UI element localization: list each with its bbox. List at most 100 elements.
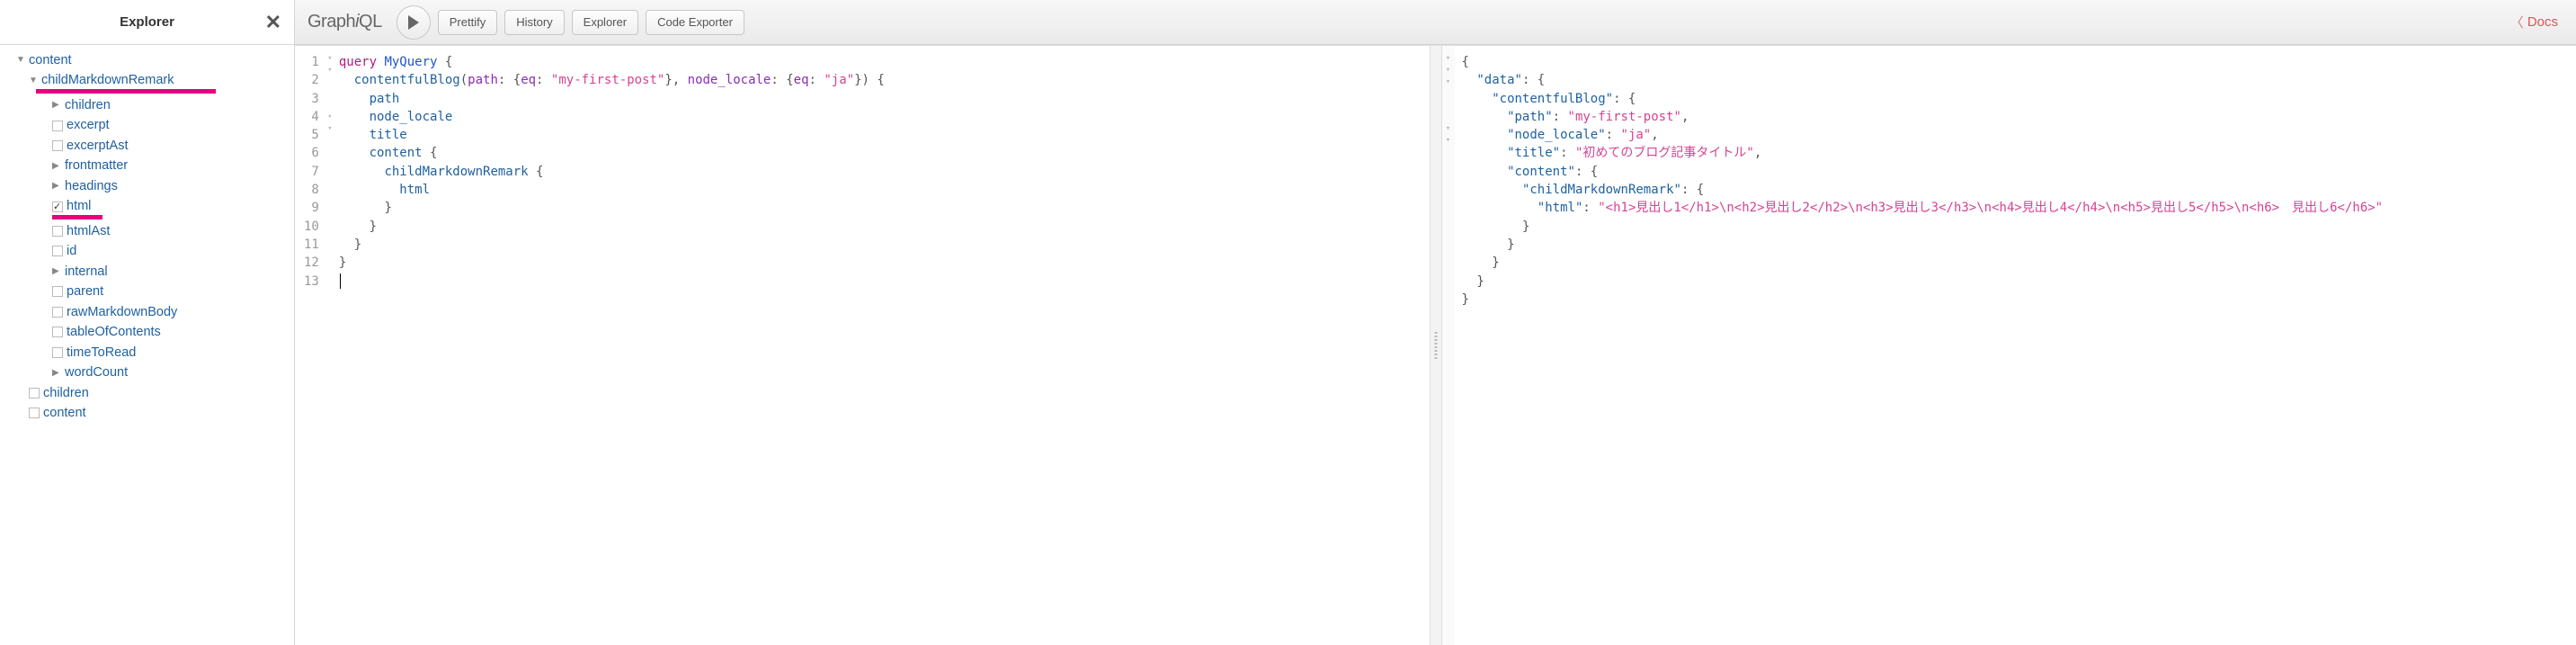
logo-text: QL xyxy=(359,12,382,31)
json-key: "childMarkdownRemark" xyxy=(1522,183,1681,197)
argument: eq xyxy=(794,73,809,87)
tree-label: wordCount xyxy=(65,363,128,382)
line-gutter: 1 2 3 4 5 6 7 8 9 10 11 12 13 xyxy=(295,46,325,645)
docs-label: Docs xyxy=(2527,14,2558,30)
keyword: query xyxy=(339,55,377,69)
tree-node-parent[interactable]: parent xyxy=(16,282,294,301)
json-key: "content" xyxy=(1507,165,1575,179)
text-cursor xyxy=(340,273,341,289)
json-value: "my-first-post" xyxy=(1568,110,1681,124)
code-exporter-button[interactable]: Code Exporter xyxy=(646,10,744,35)
tree-label: id xyxy=(67,241,76,261)
tree-label: content xyxy=(29,50,72,70)
execute-button[interactable] xyxy=(397,5,431,40)
tree-node-children[interactable]: ▶ children xyxy=(16,95,294,115)
explorer-header: Explorer ✕ xyxy=(0,0,294,45)
tree-node-sibling-content[interactable]: content xyxy=(16,403,294,423)
checkbox-icon[interactable] xyxy=(29,388,40,399)
explorer-button[interactable]: Explorer xyxy=(572,10,638,35)
checkbox-icon[interactable] xyxy=(52,140,63,151)
docs-button[interactable]: 〈 Docs xyxy=(2501,13,2567,31)
field: content xyxy=(370,146,423,160)
chevron-down-icon: ▼ xyxy=(16,53,25,67)
argument: eq xyxy=(521,73,536,87)
tree-node-timetoread[interactable]: timeToRead xyxy=(16,343,294,363)
checkbox-icon[interactable] xyxy=(52,347,63,358)
tree-node-id[interactable]: id xyxy=(16,241,294,261)
fold-gutter: ▾▾▾▾▾ xyxy=(1442,46,1455,645)
history-button[interactable]: History xyxy=(504,10,564,35)
tree-node-excerpt[interactable]: excerpt xyxy=(16,115,294,135)
tree-node-childmarkdownremark[interactable]: ▼ childMarkdownRemark xyxy=(16,70,294,90)
tree-node-htmlast[interactable]: htmlAst xyxy=(16,221,294,241)
tree-node-content[interactable]: ▼ content xyxy=(16,50,294,70)
tree-label: excerptAst xyxy=(67,136,129,156)
tree-node-headings[interactable]: ▶ headings xyxy=(16,176,294,196)
tree-label: content xyxy=(43,403,86,423)
tree-node-sibling-children[interactable]: children xyxy=(16,383,294,403)
topbar: GraphiQL Prettify History Explorer Code … xyxy=(295,0,2576,45)
tree-label: excerpt xyxy=(67,115,110,135)
tree-label: frontmatter xyxy=(65,156,128,175)
checkbox-icon[interactable] xyxy=(52,327,63,337)
tree-node-frontmatter[interactable]: ▶ frontmatter xyxy=(16,156,294,175)
chevron-left-icon: 〈 xyxy=(2510,13,2524,31)
tree-node-excerptast[interactable]: excerptAst xyxy=(16,136,294,156)
argument: node_locale xyxy=(688,73,771,87)
field: contentfulBlog xyxy=(354,73,460,87)
json-key: "node_locale" xyxy=(1507,128,1606,142)
query-editor[interactable]: 1 2 3 4 5 6 7 8 9 10 11 12 13 ▾▾▾▾ xyxy=(295,46,1430,645)
field: path xyxy=(370,92,400,106)
tree-node-html[interactable]: html xyxy=(16,196,294,216)
string: "my-first-post" xyxy=(551,73,664,87)
json-key: "path" xyxy=(1507,110,1553,124)
explorer-tree: ▼ content ▼ childMarkdownRemark ▶ childr… xyxy=(0,45,294,428)
tree-label: timeToRead xyxy=(67,343,136,363)
checkbox-icon[interactable] xyxy=(52,307,63,318)
tree-label: internal xyxy=(65,262,108,282)
checkbox-icon[interactable] xyxy=(52,226,63,237)
logo-text: Graph xyxy=(308,12,355,31)
json-value: "ja" xyxy=(1621,128,1652,142)
tree-node-rawmarkdownbody[interactable]: rawMarkdownBody xyxy=(16,302,294,322)
chevron-right-icon: ▶ xyxy=(52,159,61,174)
checkbox-icon[interactable] xyxy=(52,286,63,297)
tree-label: rawMarkdownBody xyxy=(67,302,177,322)
tree-label: parent xyxy=(67,282,103,301)
field: node_locale xyxy=(370,110,453,124)
json-key: "contentfulBlog" xyxy=(1492,92,1613,106)
chevron-right-icon: ▶ xyxy=(52,179,61,193)
tree-node-tableofcontents[interactable]: tableOfContents xyxy=(16,322,294,342)
chevron-down-icon: ▼ xyxy=(29,74,38,88)
tree-label: children xyxy=(65,95,111,115)
checkbox-icon[interactable] xyxy=(52,121,63,131)
string: "ja" xyxy=(824,73,854,87)
prettify-button[interactable]: Prettify xyxy=(438,10,497,35)
pane-splitter[interactable] xyxy=(1430,46,1442,645)
graphiql-logo: GraphiQL xyxy=(304,12,389,32)
tree-label: htmlAst xyxy=(67,221,110,241)
fold-gutter: ▾▾▾▾ xyxy=(325,46,335,645)
explorer-panel: Explorer ✕ ▼ content ▼ childMarkdownRema… xyxy=(0,0,295,645)
field: html xyxy=(399,183,430,197)
tree-node-internal[interactable]: ▶ internal xyxy=(16,262,294,282)
graphiql-main: GraphiQL Prettify History Explorer Code … xyxy=(295,0,2576,645)
result-code[interactable]: { "data": { "contentfulBlog": { "path": … xyxy=(1455,46,2576,645)
tree-label: tableOfContents xyxy=(67,322,161,342)
checkbox-icon[interactable] xyxy=(29,408,40,418)
field: title xyxy=(370,128,407,142)
query-code[interactable]: query MyQuery { contentfulBlog(path: {eq… xyxy=(335,46,1430,645)
close-icon[interactable]: ✕ xyxy=(265,11,281,34)
json-key: "html" xyxy=(1538,201,1583,215)
tree-label: children xyxy=(43,383,89,403)
tree-label: html xyxy=(67,196,91,216)
result-viewer: ▾▾▾▾▾ { "data": { "contentfulBlog": { "p… xyxy=(1442,46,2576,645)
tree-node-wordcount[interactable]: ▶ wordCount xyxy=(16,363,294,382)
checkbox-icon[interactable] xyxy=(52,246,63,256)
checkbox-icon[interactable] xyxy=(52,202,63,212)
chevron-right-icon: ▶ xyxy=(52,98,61,112)
tree-label: childMarkdownRemark xyxy=(41,70,174,90)
explorer-title: Explorer xyxy=(120,14,174,30)
argument: path xyxy=(468,73,498,87)
play-icon xyxy=(407,15,420,30)
